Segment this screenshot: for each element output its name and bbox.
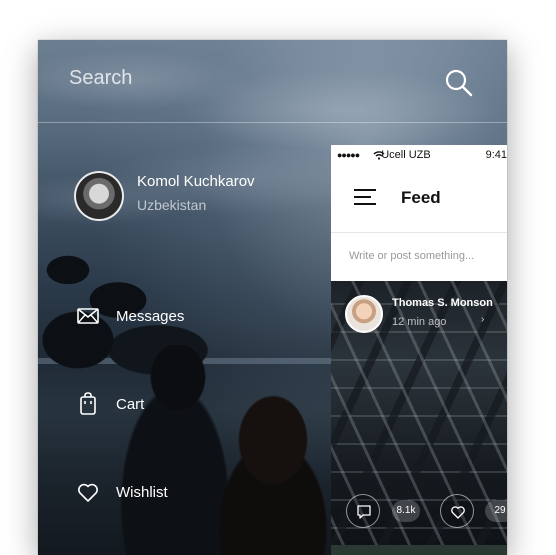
search-divider <box>38 122 507 123</box>
avatar[interactable] <box>74 171 124 221</box>
user-profile[interactable]: Komol Kuchkarov Uzbekistan <box>74 171 314 223</box>
feed-post[interactable]: Thomas S. Monson 12 min ago › 8.1k 29 <box>331 281 507 555</box>
like-button[interactable] <box>440 494 474 528</box>
heart-icon <box>451 506 465 519</box>
menu-label: Messages <box>116 307 185 325</box>
profile-country: Uzbekistan <box>137 197 207 213</box>
post-author[interactable]: Thomas S. Monson <box>392 297 493 309</box>
signal-indicator: ●●●●● <box>337 150 360 160</box>
comment-count: 8.1k <box>392 500 420 522</box>
search-bar[interactable]: Search <box>38 40 507 123</box>
menu-label: Cart <box>116 395 145 413</box>
menu-item-cart[interactable]: Cart <box>76 390 276 418</box>
menu-item-wishlist[interactable]: Wishlist <box>76 478 276 506</box>
wifi-icon <box>373 150 385 160</box>
menu-label: Wishlist <box>116 483 168 501</box>
page-title: Feed <box>401 188 441 207</box>
next-post-preview <box>331 545 507 555</box>
post-time: 12 min ago <box>392 316 447 328</box>
like-count: 29 <box>485 500 507 522</box>
compose-placeholder[interactable]: Write or post something... <box>349 250 474 262</box>
search-icon[interactable] <box>444 68 474 98</box>
search-input[interactable]: Search <box>69 67 132 90</box>
comment-button[interactable] <box>346 494 380 528</box>
hamburger-menu-icon[interactable] <box>353 187 377 207</box>
envelope-icon <box>76 304 100 328</box>
status-bar: ●●●●● Ucell UZB 9:41 <box>331 145 507 165</box>
avatar[interactable] <box>345 295 383 333</box>
bag-icon <box>76 392 100 416</box>
speech-bubble-icon <box>357 505 371 519</box>
compose-post-field[interactable]: Write or post something... <box>331 234 507 281</box>
menu-item-messages[interactable]: Messages <box>76 302 276 330</box>
post-more-icon[interactable]: › <box>481 314 484 325</box>
carrier-name: Ucell UZB <box>381 149 431 161</box>
feed-header: Feed <box>331 165 507 233</box>
profile-name: Komol Kuchkarov <box>137 173 255 190</box>
heart-icon <box>76 480 100 504</box>
status-time: 9:41 <box>485 149 507 161</box>
feed-screen-preview: ●●●●● Ucell UZB 9:41 Feed Write or post … <box>331 145 507 555</box>
